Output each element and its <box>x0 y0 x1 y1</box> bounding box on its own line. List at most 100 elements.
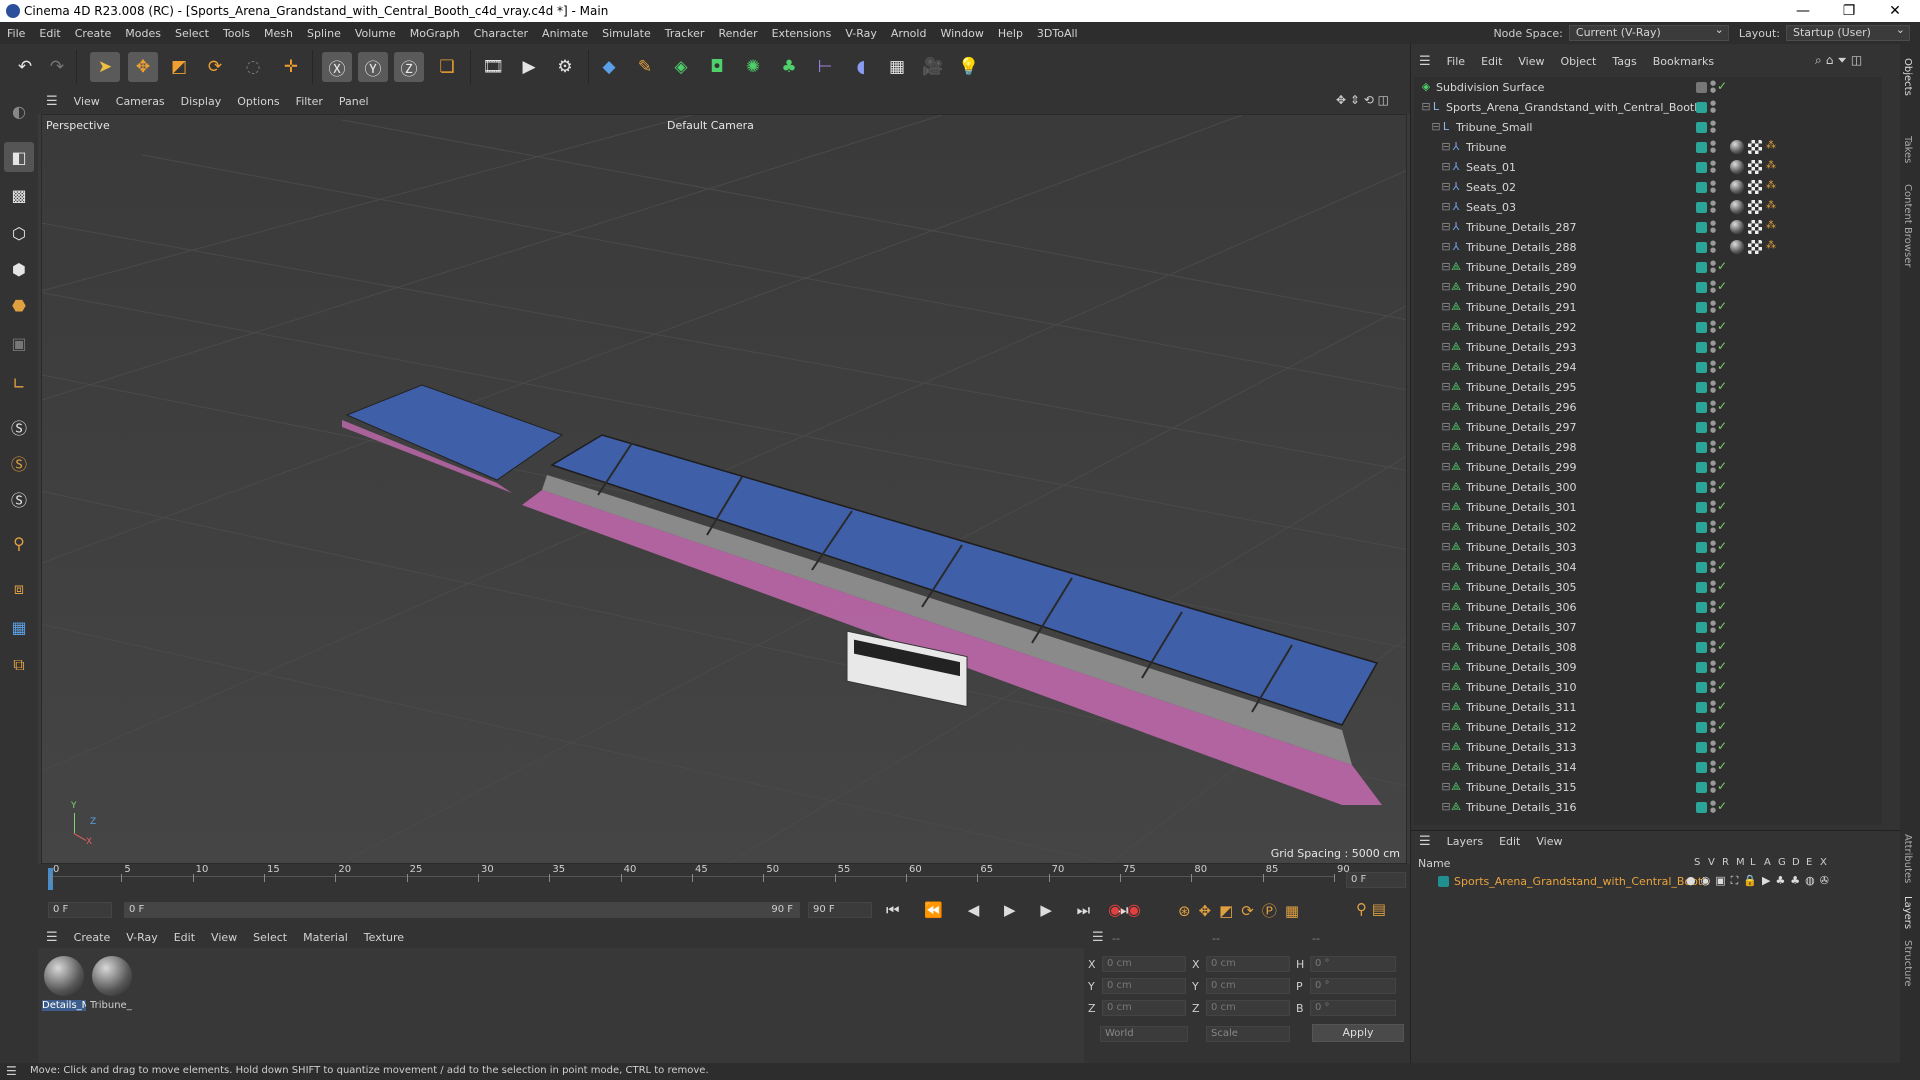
object-name[interactable]: Tribune_Details_289 <box>1466 261 1577 274</box>
menu-volume[interactable]: Volume <box>348 27 403 40</box>
material-menu-icon[interactable]: ☰ <box>38 930 66 945</box>
enabled-check-icon[interactable]: ✓ <box>1717 479 1727 493</box>
object-tree-row[interactable]: ⊟ ⟁ Tribune_Details_303 ● ● ✓ <box>1414 537 1882 557</box>
viewport-menu-cameras[interactable]: Cameras <box>108 95 173 108</box>
visibility-dots-icon[interactable]: ● ● <box>1710 440 1716 454</box>
vray-tag-icon[interactable]: ⁂ <box>1766 220 1780 234</box>
enabled-check-icon[interactable]: ✓ <box>1717 579 1727 593</box>
render-view-icon[interactable]: 🎞 <box>478 52 508 82</box>
axis-x-icon[interactable]: Ⓧ <box>322 52 352 82</box>
object-name[interactable]: Tribune_Details_300 <box>1466 481 1577 494</box>
material-item[interactable]: Tribune_ <box>90 954 134 1014</box>
enabled-check-icon[interactable]: ✓ <box>1717 599 1727 613</box>
object-tree-row[interactable]: ⊟ ⟁ Tribune_Details_312 ● ● ✓ <box>1414 717 1882 737</box>
layer-color-swatch[interactable] <box>1696 222 1707 233</box>
object-tree-row[interactable]: ⊟ ⟁ Tribune_Details_302 ● ● ✓ <box>1414 517 1882 537</box>
snap-enable-icon[interactable]: Ⓢ <box>4 448 34 478</box>
object-name[interactable]: Seats_02 <box>1466 181 1516 194</box>
object-tree-row[interactable]: ⊟ ⟁ Tribune_Details_313 ● ● ✓ <box>1414 737 1882 757</box>
coord-mode-dropdown[interactable]: World <box>1100 1026 1188 1042</box>
layer-header-col[interactable]: R <box>1722 857 1729 868</box>
enabled-check-icon[interactable]: ✓ <box>1717 399 1727 413</box>
visibility-dots-icon[interactable]: ● ● <box>1710 500 1716 514</box>
material-tag-icon[interactable] <box>1730 160 1744 174</box>
object-name[interactable]: Tribune_Details_311 <box>1466 701 1577 714</box>
field-icon[interactable]: ◖ <box>846 52 876 82</box>
enabled-check-icon[interactable]: ✓ <box>1717 719 1727 733</box>
material-menu-texture[interactable]: Texture <box>356 931 412 944</box>
object-name[interactable]: Tribune_Details_315 <box>1466 781 1577 794</box>
side-tab-objects[interactable]: Objects <box>1902 58 1913 96</box>
viewport-camera-label[interactable]: Default Camera <box>667 119 754 132</box>
deformer-icon[interactable]: ⊢ <box>810 52 840 82</box>
texture-tag-icon[interactable] <box>1748 200 1762 214</box>
visibility-dots-icon[interactable]: ● ● <box>1710 80 1716 94</box>
layer-menu-edit[interactable]: Edit <box>1491 835 1528 848</box>
subdivision-icon[interactable]: ◈ <box>666 52 696 82</box>
object-name[interactable]: Tribune_Details_287 <box>1466 221 1577 234</box>
object-name[interactable]: Tribune_Details_302 <box>1466 521 1577 534</box>
object-name[interactable]: Tribune_Details_309 <box>1466 661 1577 674</box>
object-tree-row[interactable]: ⊟ ⟁ Tribune_Details_299 ● ● ✓ <box>1414 457 1882 477</box>
object-tree-row[interactable]: ⊟ ⟁ Tribune_Details_298 ● ● ✓ <box>1414 437 1882 457</box>
menu-character[interactable]: Character <box>467 27 535 40</box>
coordinate-system-icon[interactable]: ❏ <box>432 52 462 82</box>
object-name[interactable]: Tribune_Details_297 <box>1466 421 1577 434</box>
object-name[interactable]: Tribune_Details_290 <box>1466 281 1577 294</box>
layer-color-swatch[interactable] <box>1696 722 1707 733</box>
object-tree-row[interactable]: ◈ Subdivision Surface ● ● ✓ <box>1414 77 1882 97</box>
viewport-menu-display[interactable]: Display <box>173 95 230 108</box>
viewport-menu-filter[interactable]: Filter <box>288 95 331 108</box>
live-select-icon[interactable]: ◌ <box>238 52 268 82</box>
size-y-field[interactable]: 0 cm <box>1206 978 1290 994</box>
enabled-check-icon[interactable]: ✓ <box>1717 359 1727 373</box>
pen-spline-icon[interactable]: ✎ <box>630 52 660 82</box>
layer-color-swatch[interactable] <box>1696 682 1707 693</box>
vray-tag-icon[interactable]: ⁂ <box>1766 140 1780 154</box>
visibility-dots-icon[interactable]: ● ● <box>1710 660 1716 674</box>
layer-color-swatch[interactable] <box>1696 342 1707 353</box>
visibility-dots-icon[interactable]: ● ● <box>1710 420 1716 434</box>
object-menu-bookmarks[interactable]: Bookmarks <box>1645 55 1722 68</box>
scale-icon[interactable]: ◩ <box>164 52 194 82</box>
object-name[interactable]: Tribune_Details_306 <box>1466 601 1577 614</box>
object-name[interactable]: Seats_01 <box>1466 161 1516 174</box>
menu-file[interactable]: File <box>0 27 32 40</box>
menu-tracker[interactable]: Tracker <box>658 27 712 40</box>
object-tree-row[interactable]: ⊟ ⟁ Tribune_Details_294 ● ● ✓ <box>1414 357 1882 377</box>
viewport-menu-options[interactable]: Options <box>229 95 287 108</box>
rotate-icon[interactable]: ⟳ <box>200 52 230 82</box>
object-name[interactable]: Tribune_Details_312 <box>1466 721 1577 734</box>
visibility-dots-icon[interactable]: ● ● <box>1710 100 1716 114</box>
material-menu-vray[interactable]: V-Ray <box>118 931 166 944</box>
transform-icon[interactable]: ✛ <box>276 52 306 82</box>
keyframe-tools[interactable]: ⊛✥◩⟳Ⓟ▦ <box>1178 900 1307 921</box>
cloner-icon[interactable]: ✺ <box>738 52 768 82</box>
visibility-dots-icon[interactable]: ● ● <box>1710 600 1716 614</box>
layer-header-col[interactable]: M <box>1736 857 1745 868</box>
material-menu-create[interactable]: Create <box>66 931 119 944</box>
current-frame-field[interactable]: 0 F <box>1346 872 1406 888</box>
visibility-dots-icon[interactable]: ● ● <box>1710 480 1716 494</box>
visibility-dots-icon[interactable]: ● ● <box>1710 740 1716 754</box>
layer-color-swatch[interactable] <box>1696 482 1707 493</box>
visibility-dots-icon[interactable]: ● ● <box>1710 220 1716 234</box>
object-name[interactable]: Tribune_Details_292 <box>1466 321 1577 334</box>
layer-menu-view[interactable]: View <box>1528 835 1570 848</box>
visibility-dots-icon[interactable]: ● ● <box>1710 700 1716 714</box>
apply-button[interactable]: Apply <box>1312 1024 1404 1042</box>
layer-color-swatch[interactable] <box>1696 642 1707 653</box>
object-tree-row[interactable]: ⊟ L Sports_Arena_Grandstand_with_Central_B… <box>1414 97 1882 117</box>
rot-b-field[interactable]: 0 ° <box>1310 1000 1396 1016</box>
undo-icon[interactable]: ↶ <box>10 52 40 82</box>
layer-color-swatch[interactable] <box>1696 542 1707 553</box>
axis-z-icon[interactable]: Ⓩ <box>394 52 424 82</box>
object-name[interactable]: Tribune_Details_314 <box>1466 761 1577 774</box>
snap-icon[interactable]: Ⓢ <box>4 412 34 442</box>
light-icon[interactable]: 💡 <box>954 52 984 82</box>
enabled-check-icon[interactable]: ✓ <box>1717 799 1727 813</box>
locked-workplane-icon[interactable]: ⧉ <box>4 650 34 680</box>
render-picture-viewer-icon[interactable]: ▶ <box>514 52 544 82</box>
visibility-dots-icon[interactable]: ● ● <box>1710 720 1716 734</box>
visibility-dots-icon[interactable]: ● ● <box>1710 560 1716 574</box>
